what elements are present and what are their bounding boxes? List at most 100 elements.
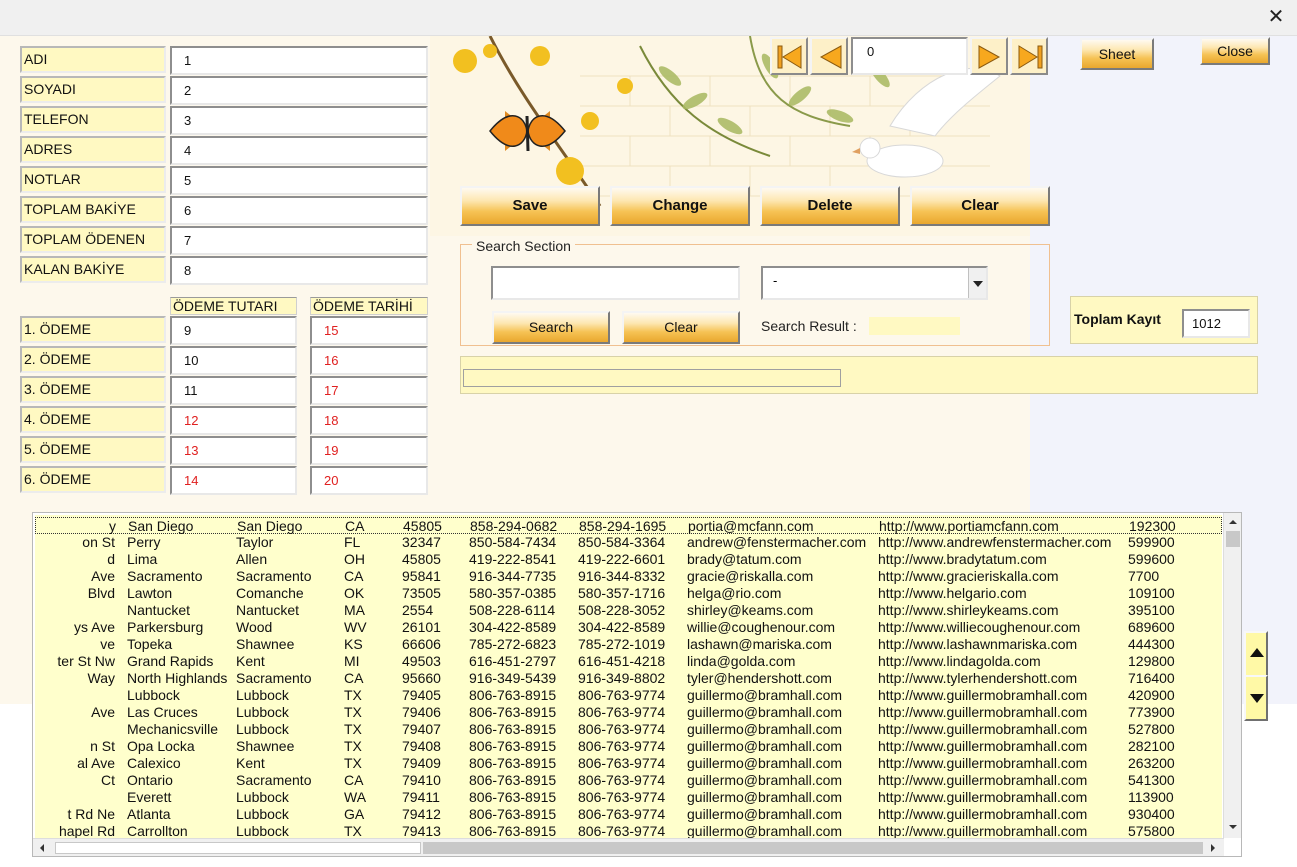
- table-row[interactable]: t Rd Ne Atlanta Lubbock GA 79412 806-763-8915…: [35, 806, 1222, 823]
- field-odeme-tarihi-4[interactable]: 18: [310, 406, 428, 435]
- search-field-select[interactable]: -: [761, 266, 988, 300]
- table-cell: 95660: [402, 670, 441, 686]
- field-notlar[interactable]: 5: [170, 166, 428, 195]
- table-cell: Atlanta: [127, 806, 171, 822]
- table-cell: willie@coughenour.com: [687, 619, 836, 635]
- table-cell: http://www.guillermobramhall.com: [878, 704, 1088, 720]
- delete-button[interactable]: Delete: [760, 186, 900, 226]
- table-row[interactable]: ys Ave Parkersburg Wood WV 26101 304-422-8589…: [35, 619, 1222, 636]
- table-row[interactable]: Nantucket Nantucket MA 2554 508-228-6114 508-…: [35, 602, 1222, 619]
- field-toplam-odenen[interactable]: 7: [170, 226, 428, 255]
- change-button[interactable]: Change: [610, 186, 750, 226]
- table-cell: 850-584-3364: [578, 534, 666, 550]
- table-cell: 580-357-0385: [469, 585, 557, 601]
- save-button[interactable]: Save: [460, 186, 600, 226]
- field-toplam-bakiye[interactable]: 6: [170, 196, 428, 225]
- scroll-up-glyph: [1229, 520, 1237, 524]
- field-odeme-tutari-4[interactable]: 12: [170, 406, 297, 435]
- field-kalan-bakiye[interactable]: 8: [170, 256, 428, 285]
- table-cell: 806-763-8915: [469, 687, 557, 703]
- field-odeme-tarihi-6[interactable]: 20: [310, 466, 428, 495]
- window-close-icon[interactable]: ✕: [1263, 4, 1289, 30]
- table-row[interactable]: on St Perry Taylor FL 32347 850-584-7434 850-5…: [35, 534, 1222, 551]
- horizontal-scroll-thumb[interactable]: [423, 842, 1203, 854]
- field-odeme-tutari-5[interactable]: 13: [170, 436, 297, 465]
- table-cell: http://www.gracieriskalla.com: [878, 568, 1059, 584]
- label-kalan-bakiye: KALAN BAKİYE: [20, 256, 166, 283]
- vertical-scrollbar[interactable]: [1223, 513, 1241, 838]
- table-cell: Sacramento: [236, 568, 312, 584]
- next-record-button[interactable]: [970, 37, 1008, 75]
- table-row[interactable]: Lubbock Lubbock TX 79405 806-763-8915 806-763…: [35, 687, 1222, 704]
- table-cell: http://www.bradytatum.com: [878, 551, 1047, 567]
- table-cell: ter St Nw: [57, 653, 115, 669]
- field-adi[interactable]: 1: [170, 46, 428, 75]
- field-soyadi[interactable]: 2: [170, 76, 428, 105]
- table-cell: 858-294-1695: [579, 518, 667, 534]
- table-row[interactable]: al Ave Calexico Kent TX 79409 806-763-8915 806…: [35, 755, 1222, 772]
- table-row[interactable]: Way North Highlands Sacramento CA 95660 916-3…: [35, 670, 1222, 687]
- field-odeme-tutari-3[interactable]: 11: [170, 376, 297, 405]
- last-record-button[interactable]: [1010, 37, 1048, 75]
- chevron-down-icon[interactable]: [968, 268, 986, 298]
- table-cell: 806-763-8915: [469, 738, 557, 754]
- table-row[interactable]: Blvd Lawton Comanche OK 73505 580-357-0385 580…: [35, 585, 1222, 602]
- scroll-down-icon[interactable]: [1225, 819, 1241, 835]
- field-odeme-tarihi-5[interactable]: 19: [310, 436, 428, 465]
- field-adres[interactable]: 4: [170, 136, 428, 165]
- table-cell: Calexico: [127, 755, 181, 771]
- table-cell: 806-763-8915: [469, 721, 557, 737]
- field-odeme-tutari-6[interactable]: 14: [170, 466, 297, 495]
- horizontal-scroll-track-left[interactable]: [55, 842, 421, 854]
- table-cell: 916-349-8802: [578, 670, 666, 686]
- table-cell: 192300: [1129, 518, 1176, 534]
- table-row[interactable]: d Lima Allen OH 45805 419-222-8541 419-222-660…: [35, 551, 1222, 568]
- table-cell: 616-451-4218: [578, 653, 666, 669]
- table-row[interactable]: y San Diego San Diego CA 45805 858-294-0682 85…: [35, 517, 1222, 534]
- scroll-left-icon[interactable]: [34, 840, 50, 856]
- table-row[interactable]: Ave Sacramento Sacramento CA 95841 916-344-77…: [35, 568, 1222, 585]
- field-odeme-tarihi-1[interactable]: 15: [310, 316, 428, 345]
- table-cell: [35, 687, 115, 704]
- scroll-right-icon[interactable]: [1205, 840, 1221, 856]
- table-cell: ve: [100, 636, 115, 652]
- field-odeme-tarihi-2[interactable]: 16: [310, 346, 428, 375]
- field-telefon[interactable]: 3: [170, 106, 428, 135]
- table-cell: Parkersburg: [127, 619, 204, 635]
- clear-form-button[interactable]: Clear: [910, 186, 1050, 226]
- record-number-field[interactable]: 0: [851, 37, 968, 75]
- table-cell: Sacramento: [127, 568, 203, 584]
- field-odeme-tutari-1[interactable]: 9: [170, 316, 297, 345]
- sheet-button[interactable]: Sheet: [1080, 38, 1154, 70]
- table-cell: Grand Rapids: [127, 653, 214, 669]
- table-row[interactable]: n St Opa Locka Shawnee TX 79408 806-763-8915 8…: [35, 738, 1222, 755]
- table-cell: 916-344-8332: [578, 568, 666, 584]
- move-down-button[interactable]: [1244, 675, 1268, 721]
- close-button[interactable]: Close: [1200, 37, 1270, 65]
- table-row[interactable]: Everett Lubbock WA 79411 806-763-8915 806-763…: [35, 789, 1222, 806]
- total-records-value: 1012: [1182, 309, 1250, 338]
- table-cell: Kent: [236, 653, 265, 669]
- table-row[interactable]: ter St Nw Grand Rapids Kent MI 49503 616-451-…: [35, 653, 1222, 670]
- table-row[interactable]: hapel Rd Carrollton Lubbock TX 79413 806-763-…: [35, 823, 1222, 838]
- table-row[interactable]: Ct Ontario Sacramento CA 79410 806-763-8915 80…: [35, 772, 1222, 789]
- table-cell: linda@golda.com: [687, 653, 796, 669]
- table-cell: http://www.guillermobramhall.com: [878, 789, 1088, 805]
- table-row[interactable]: ve Topeka Shawnee KS 66606 785-272-6823 785-27…: [35, 636, 1222, 653]
- table-row[interactable]: Ave Las Cruces Lubbock TX 79406 806-763-8915 8…: [35, 704, 1222, 721]
- search-button[interactable]: Search: [492, 311, 610, 344]
- search-clear-button[interactable]: Clear: [622, 311, 740, 344]
- table-row[interactable]: Mechanicsville Lubbock TX 79407 806-763-8915…: [35, 721, 1222, 738]
- table-cell: 616-451-2797: [469, 653, 557, 669]
- field-odeme-tarihi-3[interactable]: 17: [310, 376, 428, 405]
- horizontal-scrollbar[interactable]: [33, 838, 1224, 856]
- move-up-button[interactable]: [1244, 631, 1268, 677]
- field-odeme-tutari-2[interactable]: 10: [170, 346, 297, 375]
- first-record-button[interactable]: [770, 37, 808, 75]
- vertical-scroll-thumb[interactable]: [1226, 531, 1240, 547]
- table-cell: Nantucket: [127, 602, 191, 618]
- previous-record-button[interactable]: [810, 37, 848, 75]
- scroll-up-icon[interactable]: [1225, 514, 1241, 530]
- table-cell: d: [107, 551, 115, 567]
- search-input[interactable]: [491, 266, 740, 300]
